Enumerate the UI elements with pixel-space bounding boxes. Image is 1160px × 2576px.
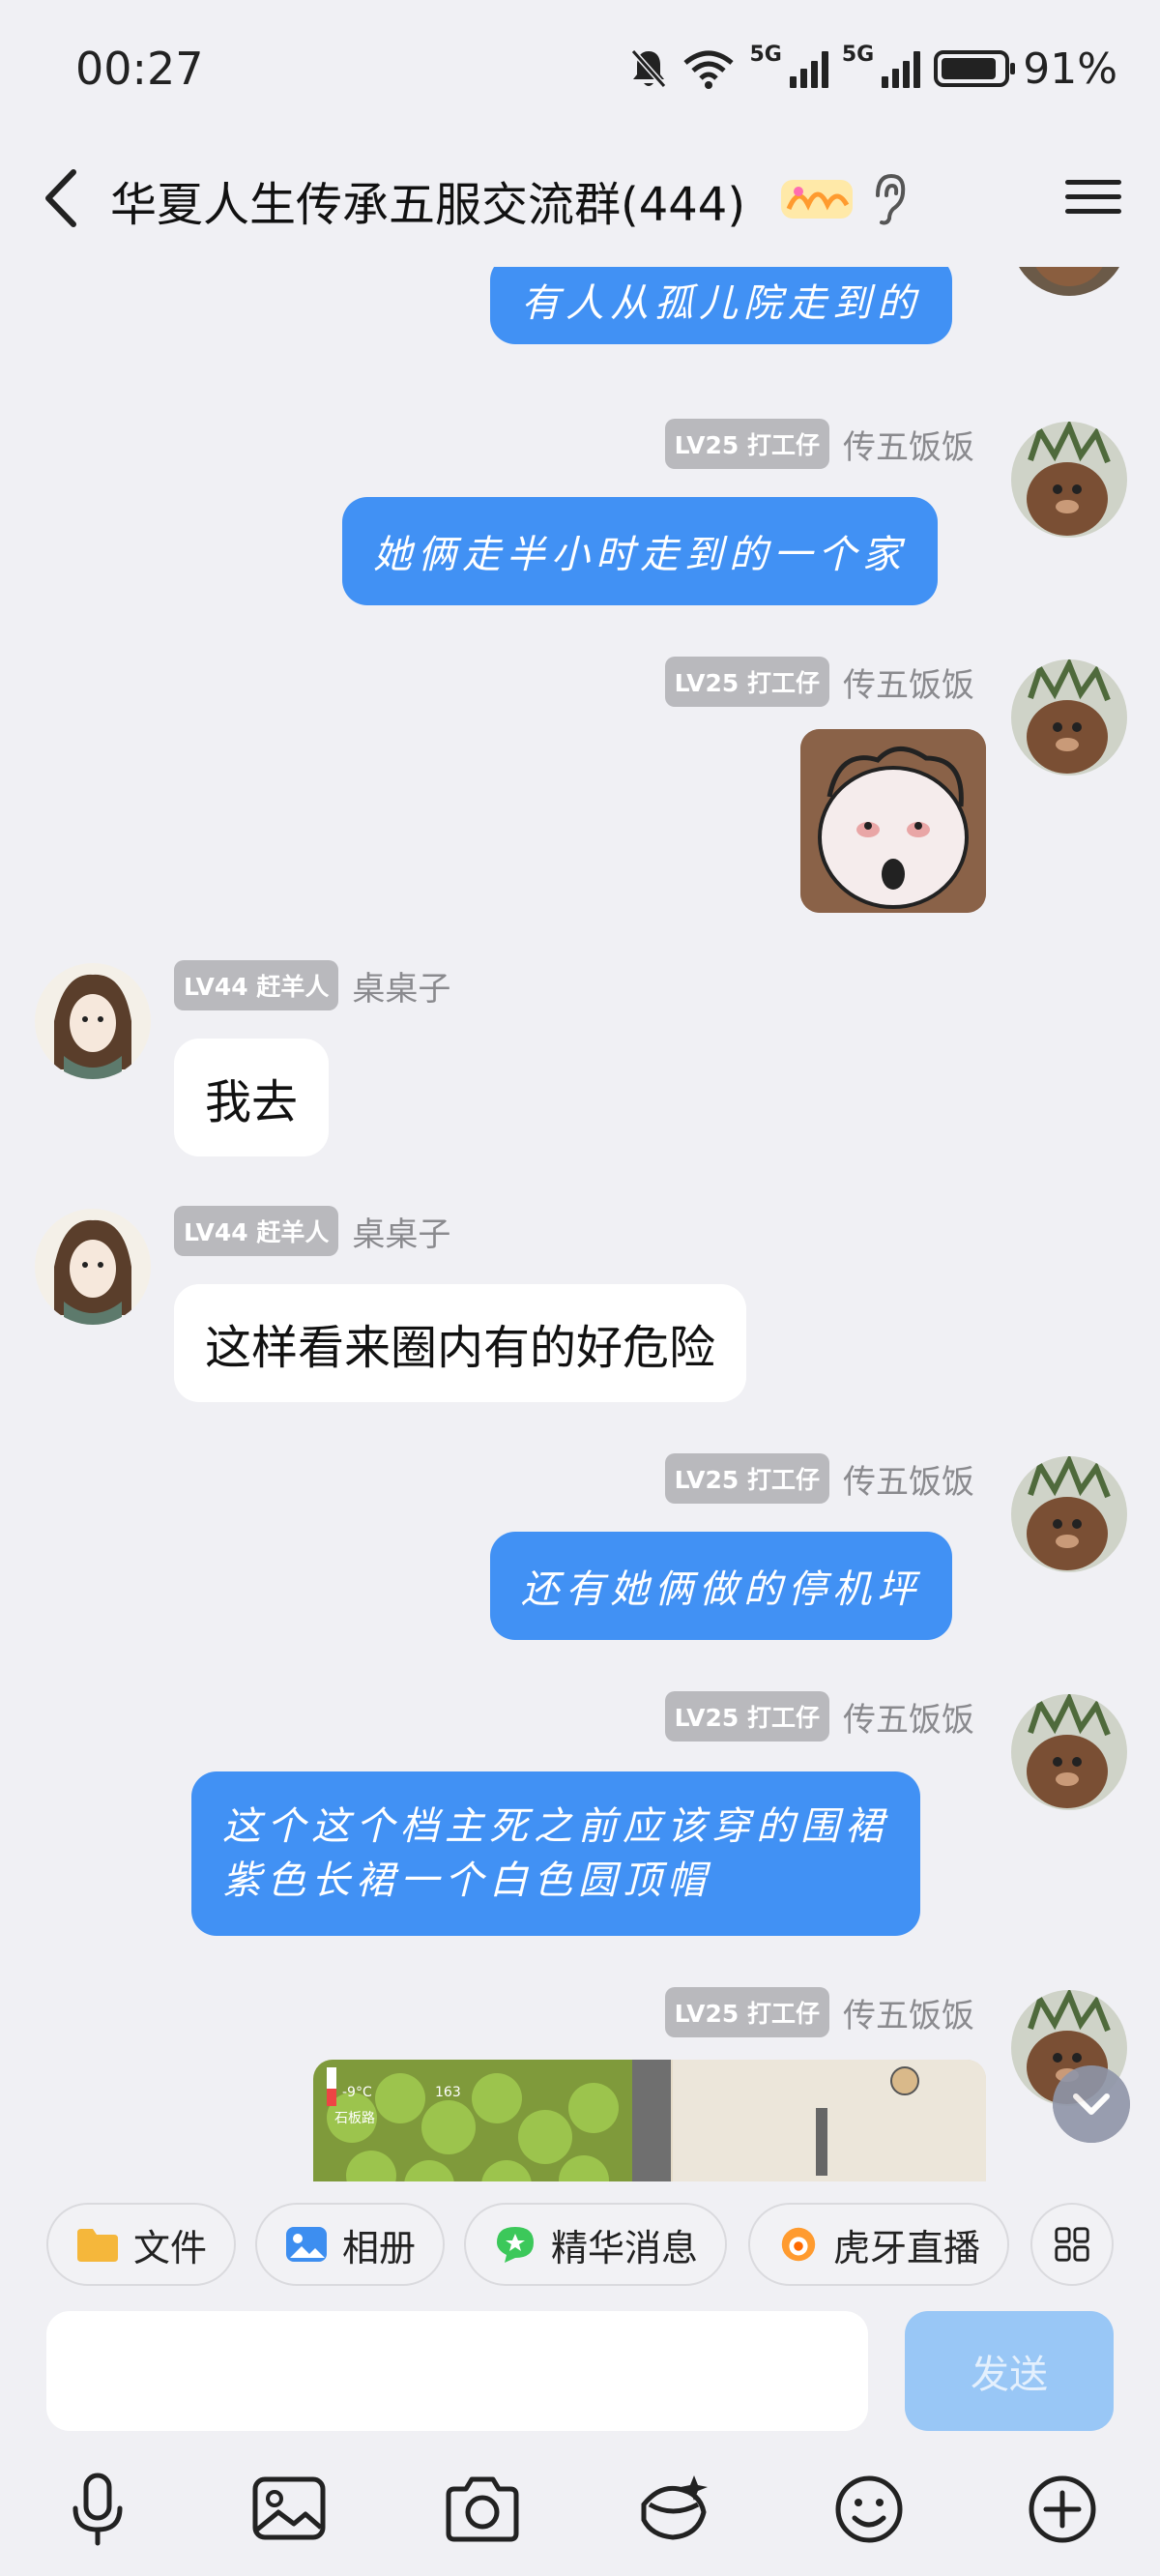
message-text: 还有她俩做的停机坪 (521, 1567, 921, 1612)
avatar-sender[interactable] (1011, 422, 1127, 538)
level-badge: LV44 赶羊人 (174, 1206, 339, 1256)
level-badge: LV25 打工仔 (664, 419, 829, 469)
composer: 发送 (0, 2299, 1160, 2444)
chat-header: 华夏人生传承五服交流群(444) (0, 135, 1160, 267)
level-badge: LV44 赶羊人 (174, 960, 339, 1010)
message-bubble[interactable]: 她俩走半小时走到的一个家 (342, 497, 938, 605)
message-text: 这样看来圈内有的好危险 (205, 1321, 716, 1375)
game-counter: 163 (435, 2085, 461, 2100)
game-screenshot-image[interactable]: -9°C 163 石板路 (313, 2060, 986, 2181)
sender-name[interactable]: 传五饭饭 (843, 659, 974, 706)
sender-name[interactable]: 传五饭饭 (843, 1989, 974, 2036)
message-text-line-1: 这个这个档主死之前应该穿的围裙 (222, 1804, 889, 1849)
network-type-1: 5G (749, 43, 782, 67)
message-bubble[interactable]: 这样看来圈内有的好危险 (174, 1284, 747, 1402)
status-bar: 00:27 5G 5G 91% (0, 0, 1160, 135)
back-icon[interactable] (39, 164, 87, 232)
files-button[interactable]: 文件 (46, 2203, 237, 2286)
message-bubble[interactable]: 这个这个档主死之前应该穿的围裙 紫色长裙一个白色圆顶帽 (191, 1771, 920, 1936)
send-button[interactable]: 发送 (905, 2311, 1114, 2431)
avatar-sender[interactable] (1011, 1456, 1127, 1572)
essence-messages-button[interactable]: 精华消息 (464, 2203, 728, 2286)
album-label: 相册 (342, 2226, 417, 2269)
essence-messages-label: 精华消息 (551, 2226, 699, 2269)
sender-line: LV25 打工仔 传五饭饭 (664, 657, 974, 707)
sender-line: LV44 赶羊人 桌桌子 (174, 1206, 450, 1256)
input-toolbar (0, 2444, 1160, 2576)
sticker-image[interactable] (800, 729, 986, 913)
avatar-sender[interactable] (1011, 1694, 1127, 1810)
sender-name[interactable]: 传五饭饭 (843, 1693, 974, 1741)
message-list[interactable]: 有人从孤儿院走到的 LV25 打工仔 传五饭饭 她俩走半小时走到的一个家 LV2… (0, 267, 1160, 2181)
message-text: 有人从孤儿院走到的 (521, 281, 921, 326)
avatar-sender[interactable] (1011, 659, 1127, 776)
star-chat-icon (497, 2227, 534, 2263)
battery-percent: 91% (1023, 44, 1117, 94)
sender-name[interactable]: 桌桌子 (352, 1208, 450, 1255)
image-icon[interactable] (246, 2466, 333, 2553)
more-apps-icon[interactable] (1030, 2203, 1114, 2286)
sender-line: LV25 打工仔 传五饭饭 (664, 1987, 974, 2037)
battery-icon (934, 50, 1016, 87)
message-text-line-2: 紫色长裙一个白色圆顶帽 (222, 1859, 711, 1903)
sender-name[interactable]: 桌桌子 (352, 962, 450, 1010)
avatar-sender[interactable] (1011, 267, 1127, 296)
sender-line: LV25 打工仔 传五饭饭 (664, 419, 974, 469)
sender-line: LV25 打工仔 传五饭饭 (664, 1453, 974, 1504)
folder-icon (77, 2229, 118, 2262)
message-text: 我去 (205, 1075, 299, 1129)
group-title[interactable]: 华夏人生传承五服交流群(444) (110, 166, 745, 234)
quick-action-bar: 文件 相册 精华消息 虎牙直播 (0, 2181, 1160, 2299)
message-bubble[interactable]: 我去 (174, 1039, 330, 1156)
game-location: 石板路 (334, 2111, 375, 2126)
huya-live-label: 虎牙直播 (832, 2226, 980, 2269)
microphone-icon[interactable] (54, 2466, 141, 2553)
sender-name[interactable]: 传五饭饭 (843, 421, 974, 468)
level-badge: LV25 打工仔 (664, 657, 829, 707)
level-badge: LV25 打工仔 (664, 1691, 829, 1742)
avatar-sender[interactable] (35, 1209, 151, 1325)
plus-icon[interactable] (1019, 2466, 1106, 2553)
album-button[interactable]: 相册 (255, 2203, 446, 2286)
sender-line: LV25 打工仔 传五饭饭 (664, 1691, 974, 1742)
game-screenshot-art (313, 2060, 986, 2181)
photo-icon (286, 2227, 327, 2262)
game-temperature: -9°C (342, 2085, 372, 2100)
menu-icon[interactable] (1065, 170, 1121, 228)
mute-bell-icon (631, 49, 667, 88)
signal-icon-2 (882, 49, 921, 88)
sender-line: LV44 赶羊人 桌桌子 (174, 960, 450, 1010)
scroll-to-bottom-button[interactable] (1053, 2065, 1130, 2143)
huya-live-button[interactable]: 虎牙直播 (748, 2203, 1009, 2286)
huya-live-icon (781, 2227, 816, 2262)
ear-icon[interactable] (870, 172, 909, 226)
emoji-icon[interactable] (826, 2466, 913, 2553)
avatar-sender[interactable] (35, 963, 151, 1079)
level-badge: LV25 打工仔 (664, 1987, 829, 2037)
wifi-icon (683, 50, 735, 89)
network-type-2: 5G (841, 43, 875, 67)
group-badge-icon (781, 180, 853, 219)
signal-icon-1 (789, 49, 828, 88)
message-text: 她俩走半小时走到的一个家 (373, 533, 907, 577)
message-bubble[interactable]: 还有她俩做的停机坪 (490, 1532, 952, 1640)
sender-name[interactable]: 传五饭饭 (843, 1455, 974, 1503)
camera-icon[interactable] (439, 2466, 526, 2553)
level-badge: LV25 打工仔 (664, 1453, 829, 1504)
message-input[interactable] (46, 2311, 868, 2431)
message-bubble[interactable]: 有人从孤儿院走到的 (490, 267, 952, 344)
files-label: 文件 (133, 2226, 208, 2269)
status-time: 00:27 (75, 43, 204, 95)
status-icons: 5G 5G 91% (629, 43, 1117, 95)
red-packet-icon[interactable] (630, 2466, 717, 2553)
